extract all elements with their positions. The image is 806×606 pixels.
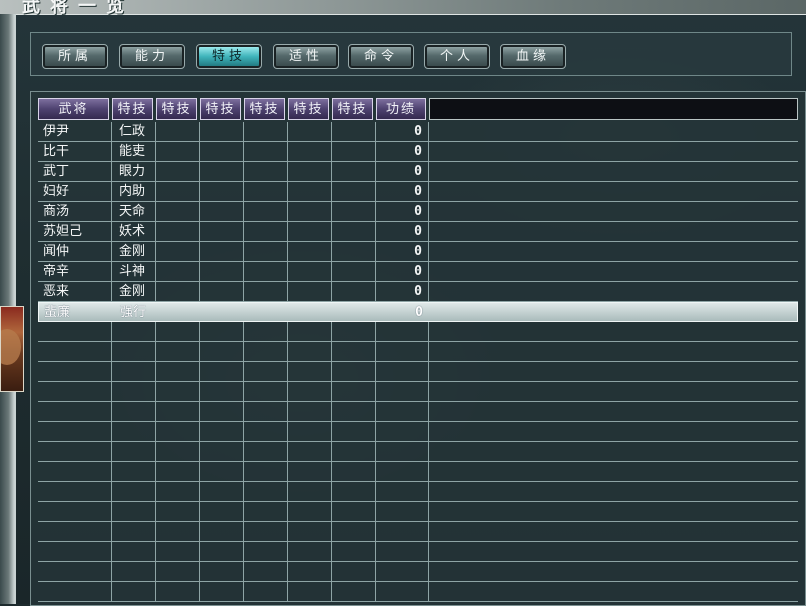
officer-name: 闻仲 xyxy=(43,244,70,259)
officer-table: 武将 特技 特技 特技 特技 特技 特技 功绩 伊尹 仁政 0 比干 能吏 0 武丁 眼力 0 妇… xyxy=(30,91,806,606)
table-row-empty xyxy=(38,482,798,502)
tab-ability[interactable]: 能力 xyxy=(119,44,185,69)
table-row-empty xyxy=(38,562,798,582)
tab-lineage[interactable]: 血缘 xyxy=(500,44,566,69)
table-row-empty xyxy=(38,382,798,402)
officer-merit: 0 xyxy=(414,204,422,219)
table-row[interactable]: 帝辛 斗神 0 xyxy=(38,262,798,282)
tab-affiliation[interactable]: 所属 xyxy=(42,44,108,69)
officer-merit: 0 xyxy=(414,124,422,139)
table-row-empty xyxy=(38,582,798,602)
officer-merit: 0 xyxy=(414,244,422,259)
category-tab-bar: 所属 能力 特技 适性 命令 个人 血缘 xyxy=(30,32,792,76)
table-row-empty xyxy=(38,442,798,462)
table-row-empty xyxy=(38,402,798,422)
tab-command[interactable]: 命令 xyxy=(348,44,414,69)
officer-merit: 0 xyxy=(414,284,422,299)
officer-skill: 仁政 xyxy=(119,124,146,139)
column-header-merit[interactable]: 功绩 xyxy=(376,98,426,120)
officer-merit: 0 xyxy=(414,224,422,239)
officer-list-window: 所属 能力 特技 适性 命令 个人 血缘 武将 特技 特技 特技 特技 特技 特… xyxy=(14,14,806,606)
officer-skill: 金刚 xyxy=(119,244,146,259)
column-header-officer[interactable]: 武将 xyxy=(38,98,109,120)
table-row[interactable]: 闻仲 金刚 0 xyxy=(38,242,798,262)
table-row[interactable]: 苏妲己 妖术 0 xyxy=(38,222,798,242)
officer-merit: 0 xyxy=(414,164,422,179)
tab-aptitude[interactable]: 适性 xyxy=(273,44,339,69)
table-row[interactable]: 商汤 天命 0 xyxy=(38,202,798,222)
tab-personal[interactable]: 个人 xyxy=(424,44,490,69)
table-row-empty xyxy=(38,422,798,442)
officer-portrait xyxy=(0,306,24,392)
column-header-skill-6[interactable]: 特技 xyxy=(332,98,373,120)
officer-merit: 0 xyxy=(414,144,422,159)
table-row[interactable]: 伊尹 仁政 0 xyxy=(38,122,798,142)
table-row-empty xyxy=(38,522,798,542)
officer-skill: 金刚 xyxy=(119,284,146,299)
column-header-skill-3[interactable]: 特技 xyxy=(200,98,241,120)
officer-name: 帝辛 xyxy=(43,264,70,279)
officer-name: 伊尹 xyxy=(43,124,70,139)
tab-skills[interactable]: 特技 xyxy=(196,44,262,69)
table-row-empty xyxy=(38,362,798,382)
officer-merit: 0 xyxy=(414,184,422,199)
officer-merit: 0 xyxy=(415,305,423,320)
table-row-empty xyxy=(38,542,798,562)
officer-name: 妇好 xyxy=(43,184,70,199)
officer-merit: 0 xyxy=(414,264,422,279)
officer-skill: 强行 xyxy=(120,305,147,320)
officer-name: 苏妲己 xyxy=(43,224,83,239)
officer-name: 商汤 xyxy=(43,204,70,219)
table-header: 武将 特技 特技 特技 特技 特技 特技 功绩 xyxy=(38,98,798,120)
officer-name: 蜚廉 xyxy=(44,305,71,320)
officer-skill: 天命 xyxy=(119,204,146,219)
column-header-skill-2[interactable]: 特技 xyxy=(156,98,197,120)
table-row-empty xyxy=(38,462,798,482)
column-header-skill-1[interactable]: 特技 xyxy=(112,98,153,120)
officer-name: 恶来 xyxy=(43,284,70,299)
officer-skill: 内助 xyxy=(119,184,146,199)
header-spacer xyxy=(429,98,798,120)
column-header-skill-5[interactable]: 特技 xyxy=(288,98,329,120)
officer-skill: 眼力 xyxy=(119,164,146,179)
table-row[interactable]: 恶来 金刚 0 xyxy=(38,282,798,302)
table-row-empty xyxy=(38,502,798,522)
table-row[interactable]: 比干 能吏 0 xyxy=(38,142,798,162)
officer-skill: 能吏 xyxy=(119,144,146,159)
table-row[interactable]: 蜚廉 强行 0 xyxy=(38,302,798,322)
title-bar: 武将一览 xyxy=(0,0,806,17)
table-body: 伊尹 仁政 0 比干 能吏 0 武丁 眼力 0 妇好 内助 0 商汤 天命 0 苏妲己 妖术 0 闻仲 金刚 0 帝辛 斗神… xyxy=(38,122,798,602)
table-row-empty xyxy=(38,342,798,362)
table-row-empty xyxy=(38,322,798,342)
column-header-skill-4[interactable]: 特技 xyxy=(244,98,285,120)
table-row[interactable]: 武丁 眼力 0 xyxy=(38,162,798,182)
officer-skill: 妖术 xyxy=(119,224,146,239)
officer-name: 武丁 xyxy=(43,164,70,179)
officer-skill: 斗神 xyxy=(119,264,146,279)
table-row[interactable]: 妇好 内助 0 xyxy=(38,182,798,202)
officer-name: 比干 xyxy=(43,144,70,159)
